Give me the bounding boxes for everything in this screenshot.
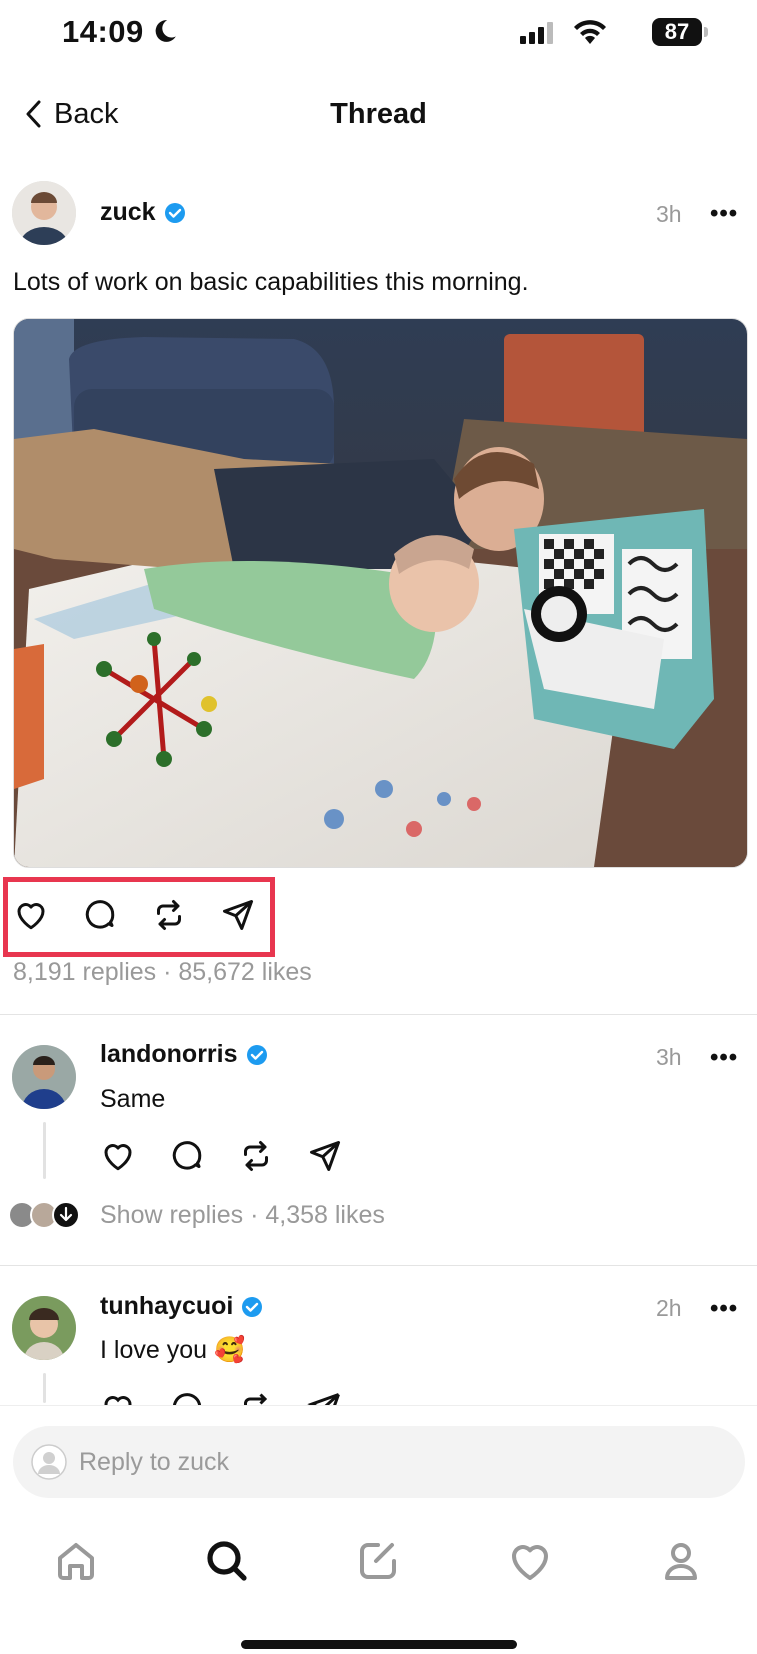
status-time: 14:09 xyxy=(62,14,144,49)
reply-time: 2h xyxy=(656,1295,682,1321)
verified-icon xyxy=(241,1296,263,1318)
thread-line xyxy=(43,1122,46,1179)
reply-actions-clipped xyxy=(0,1390,757,1406)
reply-author[interactable]: landonorris xyxy=(100,1040,268,1069)
reply-input[interactable]: Reply to zuck xyxy=(13,1426,745,1498)
reply-author[interactable]: tunhaycuoi xyxy=(100,1292,263,1321)
share-icon[interactable] xyxy=(307,1390,343,1406)
post-time: 3h xyxy=(656,201,682,227)
divider xyxy=(0,1405,757,1406)
reply-text: Same xyxy=(100,1085,166,1113)
more-options-button[interactable]: ••• xyxy=(710,1295,738,1323)
avatar[interactable] xyxy=(12,181,76,245)
home-indicator xyxy=(241,1640,517,1649)
battery-indicator: 87 xyxy=(652,18,702,46)
heart-icon[interactable] xyxy=(100,1138,136,1174)
avatar[interactable] xyxy=(12,1045,76,1109)
post-text: Lots of work on basic capabilities this … xyxy=(13,268,529,296)
comment-icon[interactable] xyxy=(169,1390,205,1406)
back-label: Back xyxy=(54,97,119,130)
post-stats[interactable]: 8,191 replies · 85,672 likes xyxy=(13,958,312,987)
profile-icon[interactable] xyxy=(657,1537,705,1585)
activity-icon[interactable] xyxy=(506,1537,554,1585)
battery-cap xyxy=(704,27,708,37)
username[interactable]: landonorris xyxy=(100,1040,238,1069)
comment-icon[interactable] xyxy=(169,1138,205,1174)
repost-icon[interactable] xyxy=(238,1138,274,1174)
more-options-button[interactable]: ••• xyxy=(710,1044,738,1072)
home-icon[interactable] xyxy=(52,1537,100,1585)
post-author[interactable]: zuck xyxy=(100,198,186,227)
reply-stats[interactable]: Show replies · 4,358 likes xyxy=(100,1201,385,1230)
repost-icon[interactable] xyxy=(238,1390,274,1406)
divider xyxy=(0,1265,757,1266)
username[interactable]: zuck xyxy=(100,198,156,227)
search-icon[interactable] xyxy=(203,1537,251,1585)
post-image[interactable] xyxy=(13,318,748,868)
verified-icon xyxy=(246,1044,268,1066)
signal-icon xyxy=(520,22,556,44)
wifi-icon xyxy=(572,18,608,46)
divider xyxy=(0,1014,757,1015)
chevron-left-icon xyxy=(24,99,42,129)
moon-icon xyxy=(152,18,178,44)
reply-placeholder: Reply to zuck xyxy=(79,1447,230,1476)
verified-icon xyxy=(164,202,186,224)
compose-icon[interactable] xyxy=(354,1537,402,1585)
actions-highlight-box xyxy=(3,877,275,957)
reply-time: 3h xyxy=(656,1044,682,1070)
replier-avatars[interactable] xyxy=(8,1200,86,1230)
reply-text: I love you 🥰 xyxy=(100,1336,246,1364)
bottom-nav xyxy=(0,1528,757,1594)
heart-icon[interactable] xyxy=(100,1390,136,1406)
more-options-button[interactable]: ••• xyxy=(710,200,738,228)
reply-actions xyxy=(100,1138,343,1174)
user-avatar-icon xyxy=(31,1444,67,1480)
share-icon[interactable] xyxy=(307,1138,343,1174)
back-button[interactable]: Back xyxy=(24,92,118,136)
avatar[interactable] xyxy=(12,1296,76,1360)
username[interactable]: tunhaycuoi xyxy=(100,1292,233,1321)
